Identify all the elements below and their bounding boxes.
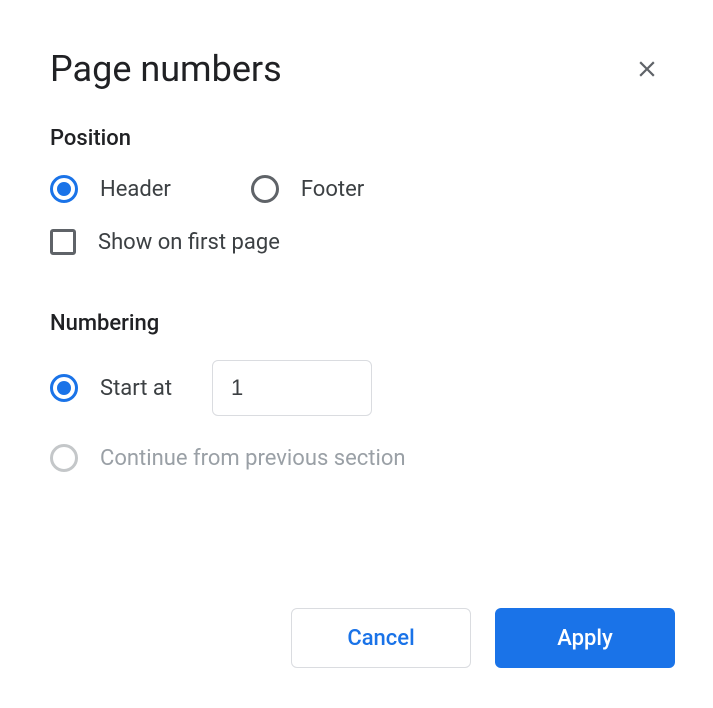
checkbox-show-first-page-label: Show on first page bbox=[98, 230, 280, 255]
radio-header[interactable] bbox=[50, 175, 78, 203]
apply-button-label: Apply bbox=[557, 626, 613, 651]
dialog-actions: Cancel Apply bbox=[291, 608, 675, 668]
position-option-header[interactable]: Header bbox=[50, 175, 171, 203]
position-option-footer[interactable]: Footer bbox=[251, 175, 364, 203]
cancel-button[interactable]: Cancel bbox=[291, 608, 471, 668]
checkbox-show-first-page[interactable] bbox=[50, 229, 76, 255]
radio-header-label: Header bbox=[100, 177, 171, 202]
radio-continue bbox=[50, 444, 78, 472]
radio-footer-label: Footer bbox=[301, 177, 364, 202]
radio-start-at-label: Start at bbox=[100, 376, 172, 401]
dialog-header: Page numbers bbox=[50, 48, 663, 90]
cancel-button-label: Cancel bbox=[347, 626, 414, 651]
numbering-option-continue: Continue from previous section bbox=[50, 444, 663, 472]
dialog-title: Page numbers bbox=[50, 48, 282, 90]
close-icon bbox=[634, 56, 660, 82]
close-button[interactable] bbox=[631, 53, 663, 85]
page-numbers-dialog: Page numbers Position Header Footer Show… bbox=[0, 0, 713, 708]
position-section-title: Position bbox=[50, 126, 663, 151]
position-options: Header Footer bbox=[50, 175, 663, 203]
numbering-section-title: Numbering bbox=[50, 311, 663, 336]
show-on-first-page-row[interactable]: Show on first page bbox=[50, 229, 663, 255]
radio-continue-label: Continue from previous section bbox=[100, 446, 406, 471]
start-at-input[interactable] bbox=[212, 360, 372, 416]
radio-footer[interactable] bbox=[251, 175, 279, 203]
apply-button[interactable]: Apply bbox=[495, 608, 675, 668]
numbering-option-start-at[interactable]: Start at bbox=[50, 360, 663, 416]
radio-start-at[interactable] bbox=[50, 374, 78, 402]
